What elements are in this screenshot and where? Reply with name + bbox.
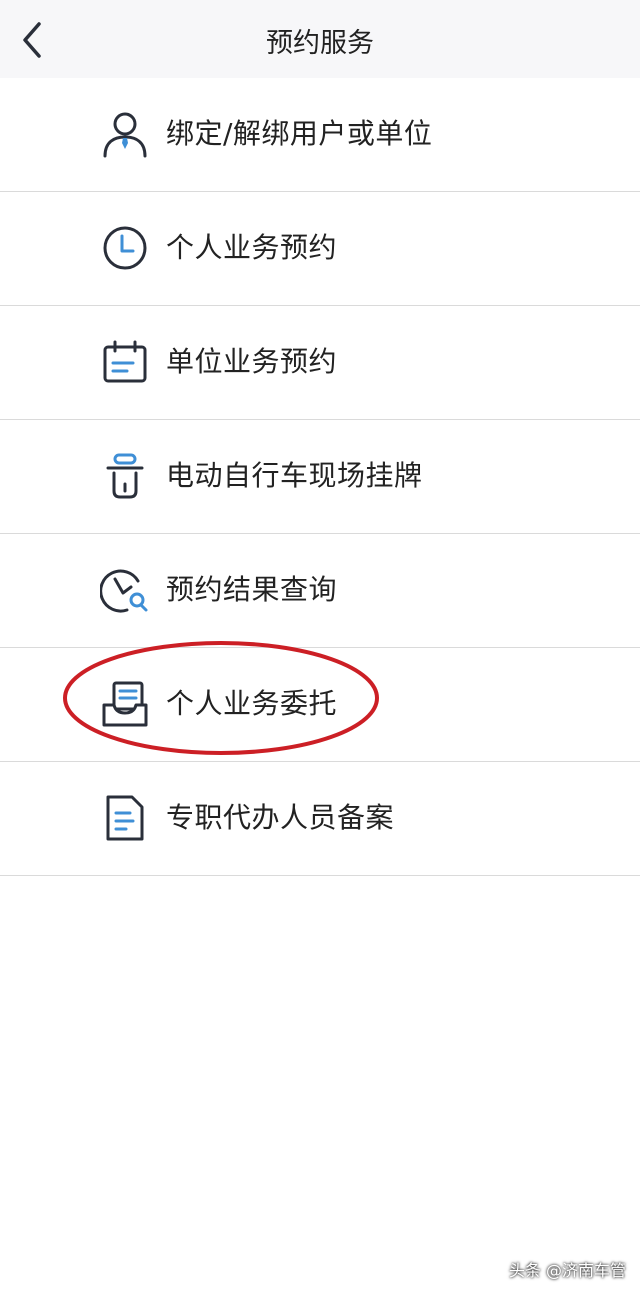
menu-item-result-query[interactable]: 预约结果查询 [0, 534, 640, 648]
menu-item-unit-appointment[interactable]: 单位业务预约 [0, 306, 640, 420]
clock-icon [103, 226, 147, 270]
top-bar: 预约服务 [0, 0, 640, 78]
menu-item-label: 个人业务预约 [166, 231, 338, 264]
menu-item-label: 电动自行车现场挂牌 [166, 459, 423, 492]
menu-item-label: 专职代办人员备案 [166, 801, 395, 834]
calendar-icon [103, 340, 147, 383]
scooter-icon [106, 453, 144, 499]
menu-item-agent-filing[interactable]: 专职代办人员备案 [0, 762, 640, 876]
clock-search-icon [100, 569, 148, 613]
menu-item-label: 绑定/解绑用户或单位 [166, 117, 433, 150]
menu-item-personal-delegation[interactable]: 个人业务委托 [0, 648, 640, 762]
menu-item-bind-user[interactable]: 绑定/解绑用户或单位 [0, 78, 640, 192]
document-icon [106, 795, 144, 841]
page-title: 预约服务 [266, 28, 374, 59]
menu-item-label: 个人业务委托 [166, 687, 338, 720]
menu-item-label: 单位业务预约 [166, 345, 338, 378]
user-tie-icon [103, 112, 147, 158]
menu-item-label: 预约结果查询 [166, 573, 338, 606]
inbox-documents-icon [102, 681, 148, 727]
service-menu: 绑定/解绑用户或单位 个人业务预约 单位业务预约 电动自行车现场挂牌 预约结果查… [0, 78, 640, 876]
watermark: 头条 @济南车管 [508, 1261, 626, 1280]
menu-item-personal-appointment[interactable]: 个人业务预约 [0, 192, 640, 306]
menu-item-ebike-plate[interactable]: 电动自行车现场挂牌 [0, 420, 640, 534]
